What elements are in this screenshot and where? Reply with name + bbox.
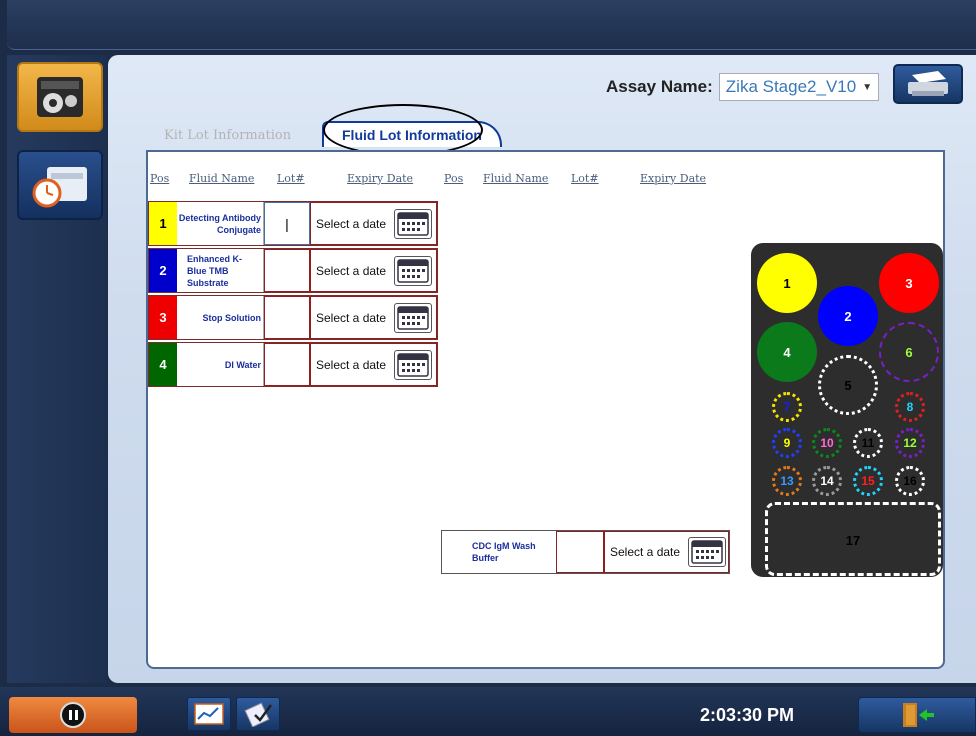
calendar-button[interactable] bbox=[688, 537, 727, 567]
calendar-button[interactable] bbox=[394, 302, 433, 333]
calendar-icon bbox=[397, 305, 429, 330]
title-bar bbox=[7, 0, 976, 50]
exit-button[interactable] bbox=[858, 697, 976, 733]
lot-input[interactable] bbox=[264, 343, 310, 386]
table-row: 4 DI Water Select a date bbox=[148, 342, 438, 387]
pause-button[interactable] bbox=[9, 697, 137, 733]
tray-position-8: 8 bbox=[895, 392, 925, 422]
expiry-date-field[interactable]: Select a date bbox=[604, 531, 729, 573]
sidebar-item-instrument[interactable] bbox=[17, 62, 103, 132]
header-pos: Pos bbox=[150, 172, 170, 185]
date-placeholder: Select a date bbox=[316, 310, 387, 325]
exit-door-icon bbox=[903, 703, 934, 727]
table-row: 2 Enhanced K-Blue TMB Substrate Select a… bbox=[148, 248, 438, 293]
tray-position-17: 17 bbox=[765, 502, 941, 576]
tray-position-7: 7 bbox=[772, 392, 802, 422]
calendar-icon bbox=[397, 352, 429, 377]
tray-position-11: 11 bbox=[853, 428, 883, 458]
wash-buffer-row: CDC IgM Wash Buffer Select a date bbox=[441, 530, 730, 574]
lot-input[interactable] bbox=[264, 296, 310, 339]
checklist-icon bbox=[244, 702, 273, 727]
tray-position-4: 4 bbox=[757, 322, 817, 382]
calendar-button[interactable] bbox=[394, 349, 433, 380]
table-row: 1 Detecting Antibody Conjugate | Select … bbox=[148, 201, 438, 246]
header-lot-2: Lot# bbox=[571, 172, 599, 185]
tab-kit-lot-information[interactable]: Kit Lot Information bbox=[150, 122, 305, 148]
lot-input[interactable] bbox=[556, 531, 604, 573]
tray-position-14: 14 bbox=[812, 466, 842, 496]
assay-selector-row: Assay Name: Zika Stage2_V10 ▼ bbox=[606, 72, 880, 102]
fluid-name-cell: DI Water bbox=[177, 343, 264, 386]
assay-name-value: Zika Stage2_V10 bbox=[725, 77, 857, 96]
tray-position-6: 6 bbox=[879, 322, 939, 382]
tray-position-10: 10 bbox=[812, 428, 842, 458]
calendar-button[interactable] bbox=[394, 208, 433, 239]
fluid-name-cell: Enhanced K-Blue TMB Substrate bbox=[177, 249, 264, 292]
calendar-icon bbox=[397, 258, 429, 283]
calendar-button[interactable] bbox=[394, 255, 433, 286]
lot-input[interactable] bbox=[264, 249, 310, 292]
position-cell: 4 bbox=[149, 343, 177, 386]
chevron-down-icon: ▼ bbox=[862, 81, 873, 93]
header-fluid-name-2: Fluid Name bbox=[483, 172, 549, 185]
tray-position-16: 16 bbox=[895, 466, 925, 496]
expiry-date-field[interactable]: Select a date bbox=[310, 249, 437, 292]
lot-input[interactable]: | bbox=[264, 202, 310, 245]
maintenance-clock-icon bbox=[32, 167, 87, 208]
assay-name-select[interactable]: Zika Stage2_V10 ▼ bbox=[718, 73, 880, 101]
instrument-settings-icon bbox=[37, 77, 83, 117]
annotation-ellipse bbox=[323, 104, 483, 156]
sidebar-item-maintenance[interactable] bbox=[17, 150, 103, 220]
tray-position-13: 13 bbox=[772, 466, 802, 496]
date-placeholder: Select a date bbox=[316, 216, 387, 231]
expiry-date-field[interactable]: Select a date bbox=[310, 202, 437, 245]
checklist-button[interactable] bbox=[236, 697, 280, 731]
tray-position-5: 5 bbox=[818, 355, 878, 415]
tray-position-1: 1 bbox=[757, 253, 817, 313]
report-button[interactable] bbox=[187, 697, 231, 731]
date-placeholder: Select a date bbox=[316, 263, 387, 278]
calendar-icon bbox=[397, 211, 429, 236]
tray-position-3: 3 bbox=[879, 253, 939, 313]
header-pos-2: Pos bbox=[444, 172, 464, 185]
tray-position-15: 15 bbox=[853, 466, 883, 496]
calendar-icon bbox=[691, 540, 723, 564]
position-cell: 2 bbox=[149, 249, 177, 292]
report-chart-icon bbox=[194, 703, 224, 725]
tray-position-9: 9 bbox=[772, 428, 802, 458]
table-row: 3 Stop Solution Select a date bbox=[148, 295, 438, 340]
header-lot: Lot# bbox=[277, 172, 305, 185]
date-placeholder: Select a date bbox=[316, 357, 387, 372]
assay-name-label: Assay Name: bbox=[606, 77, 713, 96]
pause-icon bbox=[60, 702, 86, 728]
expiry-date-field[interactable]: Select a date bbox=[310, 343, 437, 386]
date-placeholder: Select a date bbox=[610, 545, 681, 559]
system-clock: 2:03:30 PM bbox=[700, 705, 795, 725]
expiry-date-field[interactable]: Select a date bbox=[310, 296, 437, 339]
fluid-name-cell: Stop Solution bbox=[177, 296, 264, 339]
tray-position-12: 12 bbox=[895, 428, 925, 458]
header-expiry-date-2: Expiry Date bbox=[640, 172, 707, 185]
status-bar bbox=[0, 687, 976, 736]
position-cell: 3 bbox=[149, 296, 177, 339]
tray-position-2: 2 bbox=[818, 286, 878, 346]
header-expiry-date: Expiry Date bbox=[347, 172, 414, 185]
fluid-name-cell: CDC IgM Wash Buffer bbox=[472, 541, 536, 563]
fluid-name-cell: Detecting Antibody Conjugate bbox=[177, 202, 264, 245]
printer-icon bbox=[908, 71, 948, 96]
header-fluid-name: Fluid Name bbox=[189, 172, 255, 185]
position-cell: 1 bbox=[149, 202, 177, 245]
print-button[interactable] bbox=[893, 64, 963, 104]
